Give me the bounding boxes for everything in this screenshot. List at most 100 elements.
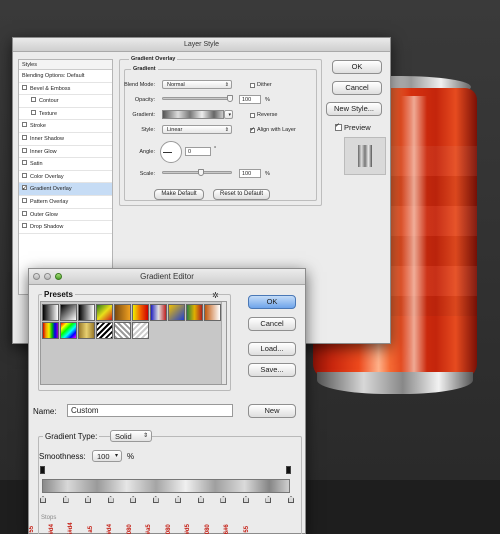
style-item-label: Gradient Overlay xyxy=(30,186,72,193)
preset-swatch[interactable] xyxy=(96,322,113,339)
hex-annotation: 080 xyxy=(204,524,211,534)
new-gradient-button[interactable]: New xyxy=(248,404,296,418)
scale-slider-thumb[interactable] xyxy=(198,169,205,176)
preset-swatch[interactable] xyxy=(132,304,149,321)
style-select[interactable]: Linear ⇕ xyxy=(162,125,232,134)
blend-mode-value: Normal xyxy=(167,82,185,88)
style-item[interactable]: Satin xyxy=(19,158,112,171)
style-item[interactable]: Contour xyxy=(19,95,112,108)
opacity-label: Opacity: xyxy=(134,97,155,103)
preset-swatch[interactable] xyxy=(114,322,131,339)
scale-slider[interactable] xyxy=(162,169,232,176)
style-item[interactable]: Outer Glow xyxy=(19,209,112,222)
reverse-checkbox[interactable] xyxy=(250,113,255,118)
style-item[interactable]: Inner Shadow xyxy=(19,133,112,146)
gradient-editor-cancel-button[interactable]: Cancel xyxy=(248,317,296,331)
preset-swatch[interactable] xyxy=(78,304,95,321)
style-item[interactable]: Bevel & Emboss xyxy=(19,83,112,96)
gradient-overlay-title: Gradient Overlay xyxy=(129,56,178,62)
style-item-checkbox[interactable] xyxy=(22,223,27,229)
preset-swatch[interactable] xyxy=(132,322,149,339)
preset-swatch[interactable] xyxy=(204,304,221,321)
style-item-checkbox[interactable] xyxy=(22,160,27,166)
preset-swatch[interactable] xyxy=(42,304,59,321)
opacity-stop-right[interactable] xyxy=(286,466,291,474)
opacity-slider[interactable] xyxy=(162,95,233,102)
style-item-checkbox[interactable] xyxy=(22,197,27,203)
smoothness-select[interactable]: 100 ▾ xyxy=(92,450,122,462)
hex-annotation: 5#d4 xyxy=(68,522,74,534)
preset-swatch[interactable] xyxy=(60,304,77,321)
opacity-slider-thumb[interactable] xyxy=(227,95,233,102)
scale-label: Scale: xyxy=(139,171,155,177)
gradient-editor-ok-button[interactable]: OK xyxy=(248,295,296,309)
minimize-window-icon[interactable] xyxy=(44,273,51,280)
layer-style-ok-button[interactable]: OK xyxy=(332,60,382,74)
style-item-checkbox[interactable] xyxy=(22,135,27,141)
style-item-checkbox[interactable] xyxy=(31,109,36,115)
gradient-type-value: Solid xyxy=(115,432,132,441)
styles-list: Styles Blending Options: Default Bevel & … xyxy=(18,59,113,295)
load-button[interactable]: Load... xyxy=(248,342,296,356)
hex-annotation-row: 55 #d4 5#d4 a5 #d4 080 #a5 080 #d5 080 6#6 55 xyxy=(29,519,307,534)
preset-swatch[interactable] xyxy=(78,322,95,339)
preset-swatch[interactable] xyxy=(186,304,203,321)
new-style-button[interactable]: New Style... xyxy=(326,102,382,116)
dither-checkbox[interactable] xyxy=(250,83,255,88)
zoom-window-icon[interactable] xyxy=(55,273,62,280)
style-item[interactable]: Inner Glow xyxy=(19,146,112,159)
style-item[interactable]: Drop Shadow xyxy=(19,221,112,234)
angle-label: Angle: xyxy=(139,149,155,155)
style-item-checkbox[interactable] xyxy=(22,84,27,90)
preset-swatch[interactable] xyxy=(96,304,113,321)
gradient-preview-bar[interactable] xyxy=(42,479,290,493)
blend-mode-select[interactable]: Normal ⇕ xyxy=(162,80,232,89)
style-item-label: Stroke xyxy=(30,123,46,130)
style-preview-thumbnail xyxy=(344,137,386,175)
styles-header[interactable]: Styles xyxy=(19,60,112,70)
presets-scrollbar[interactable] xyxy=(221,302,226,384)
style-item[interactable]: Color Overlay xyxy=(19,171,112,184)
layer-style-cancel-button[interactable]: Cancel xyxy=(332,81,382,95)
preset-swatch[interactable] xyxy=(114,304,131,321)
style-item-checkbox[interactable] xyxy=(22,210,27,216)
style-item[interactable]: Stroke xyxy=(19,120,112,133)
preset-swatch[interactable] xyxy=(168,304,185,321)
preset-swatch[interactable] xyxy=(60,322,77,339)
gear-icon[interactable]: ✲ xyxy=(212,291,219,300)
smoothness-unit: % xyxy=(127,452,135,461)
gradient-editor-dialog: Gradient Editor Presets ✲ OK Cancel Load… xyxy=(28,268,306,534)
style-item-label: Texture xyxy=(39,110,58,117)
align-with-layer-checkbox[interactable] xyxy=(250,126,255,133)
reverse-label: Reverse xyxy=(257,112,278,118)
scale-input[interactable]: 100 xyxy=(239,169,261,178)
angle-input[interactable]: 0 xyxy=(185,147,211,156)
preset-swatch[interactable] xyxy=(42,322,59,339)
gradient-type-select[interactable]: Solid ⇕ xyxy=(110,430,152,442)
save-button[interactable]: Save... xyxy=(248,363,296,377)
style-item-checkbox[interactable] xyxy=(22,183,27,195)
style-rows: Blending Options: Default Bevel & Emboss C… xyxy=(19,70,112,234)
angle-dial[interactable] xyxy=(160,141,182,163)
style-item[interactable]: Pattern Overlay xyxy=(19,196,112,209)
gradient-swatch[interactable] xyxy=(162,110,224,119)
style-item[interactable]: Gradient Overlay xyxy=(19,183,112,196)
opacity-input[interactable]: 100 xyxy=(239,95,261,104)
style-value: Linear xyxy=(167,127,183,133)
style-item-checkbox[interactable] xyxy=(22,147,27,153)
close-window-icon[interactable] xyxy=(33,273,40,280)
style-item-checkbox[interactable] xyxy=(22,122,27,128)
make-default-button[interactable]: Make Default xyxy=(154,189,204,200)
gradient-picker-dropdown[interactable]: ▾ xyxy=(224,110,233,119)
style-item[interactable]: Texture xyxy=(19,108,112,121)
preset-swatch[interactable] xyxy=(150,304,167,321)
gradient-name-input[interactable]: Custom xyxy=(67,404,233,417)
smoothness-label: Smoothness: xyxy=(39,452,86,461)
style-item-checkbox[interactable] xyxy=(22,172,27,178)
preview-checkbox[interactable] xyxy=(335,122,342,131)
style-item[interactable]: Blending Options: Default xyxy=(19,70,112,83)
style-item-label: Outer Glow xyxy=(30,211,58,218)
reset-to-default-button[interactable]: Reset to Default xyxy=(213,189,270,200)
style-item-checkbox[interactable] xyxy=(31,97,36,103)
opacity-stop-left[interactable] xyxy=(40,466,45,474)
